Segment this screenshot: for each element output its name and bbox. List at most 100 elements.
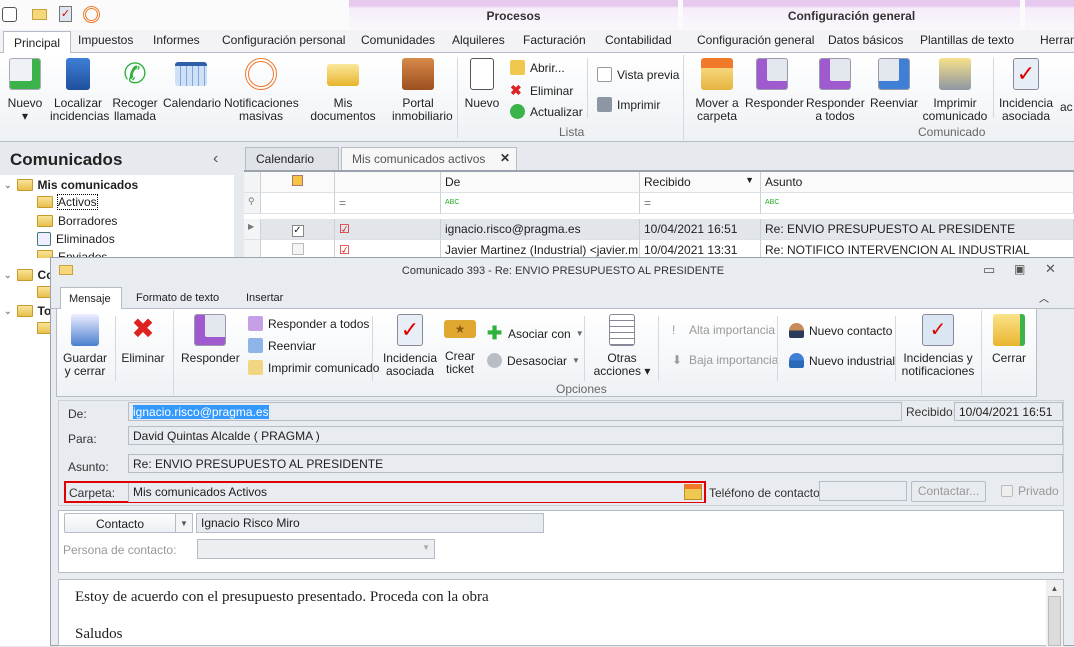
responder-button[interactable]: Responder <box>745 58 804 110</box>
contacto-dropdown-icon[interactable]: ▼ <box>175 513 193 533</box>
calendario-button[interactable]: Calendario <box>163 58 221 110</box>
tab-principal[interactable]: Principal <box>3 31 72 54</box>
tab-plantillas-texto[interactable]: Plantillas de texto <box>920 33 1014 47</box>
incidencia-asociada-button[interactable]: ✓ Incidencia asociada <box>998 58 1054 123</box>
tree-group-3[interactable]: ⌄ To <box>4 304 51 318</box>
cell-recibido[interactable]: 10/04/2021 16:51 <box>640 219 761 240</box>
vista-previa-button[interactable]: Vista previa <box>597 67 679 82</box>
actualizar-button[interactable]: Actualizar <box>510 104 583 119</box>
tree-group-2[interactable]: ⌄ Co <box>4 268 54 282</box>
close-button[interactable]: ✕ <box>1045 261 1056 277</box>
portal-inmobiliario-button[interactable]: Portal inmobiliario <box>392 58 453 123</box>
otras-acciones-button[interactable]: Otras acciones ▾ <box>592 314 652 378</box>
scroll-up-icon[interactable]: ▲ <box>1046 584 1063 593</box>
contacto-type-button[interactable]: Contacto <box>64 513 176 533</box>
eliminar-button[interactable]: ✖ Eliminar <box>510 82 573 99</box>
tab-informes[interactable]: Informes <box>153 33 200 47</box>
tab-insertar[interactable]: Insertar <box>246 292 283 304</box>
vertical-scrollbar[interactable]: ▲ <box>1046 580 1063 647</box>
close-icon[interactable]: ✕ <box>500 151 510 165</box>
tab-datos-basicos[interactable]: Datos básicos <box>828 33 903 47</box>
telefono-field[interactable] <box>819 481 907 501</box>
carpeta-field[interactable]: Mis comunicados Activos <box>128 483 704 502</box>
incidencia-asociada-dialog-button[interactable]: ✓ Incidencia asociada <box>382 314 438 378</box>
incidencias-notificaciones-button[interactable]: ✓ Incidencias y notificaciones <box>900 314 976 378</box>
reenviar-dialog-button[interactable]: Reenviar <box>248 338 316 353</box>
row-selector-icon[interactable]: ▶ <box>244 219 261 240</box>
responder-todos-dialog-button[interactable]: Responder a todos <box>248 316 369 331</box>
cell-de[interactable]: ignacio.risco@pragma.es <box>441 219 640 240</box>
task-icon[interactable]: ✓ <box>59 6 72 22</box>
privado-checkbox[interactable]: Privado <box>1001 484 1059 498</box>
tab-configuracion-personal[interactable]: Configuración personal <box>222 33 345 47</box>
broadcast-icon[interactable] <box>83 6 100 23</box>
tab-contabilidad[interactable]: Contabilidad <box>605 33 672 47</box>
tab-alquileres[interactable]: Alquileres <box>452 33 505 47</box>
guardar-cerrar-button[interactable]: Guardar y cerrar <box>62 314 108 378</box>
nuevo-industrial-button[interactable]: Nuevo industrial <box>789 353 895 368</box>
nuevo-contacto-button[interactable]: Nuevo contacto <box>789 323 892 338</box>
tab-herramientas[interactable]: Herram <box>1040 33 1074 47</box>
column-header-de[interactable]: De <box>441 172 640 193</box>
filter-cell[interactable] <box>261 193 335 214</box>
eliminar-dialog-button[interactable]: ✖ Eliminar <box>121 314 165 365</box>
imprimir-button[interactable]: Imprimir <box>597 97 660 112</box>
tab-formato-texto[interactable]: Formato de texto <box>136 292 219 304</box>
imprimir-comunicado-button[interactable]: Imprimir comunicado <box>922 58 988 123</box>
cell-asunto[interactable]: Re: ENVIO PRESUPUESTO AL PRESIDENTE <box>761 219 1074 240</box>
mover-carpeta-button[interactable]: Mover a carpeta <box>692 58 742 123</box>
message-body[interactable]: Estoy de acuerdo con el presupuesto pres… <box>58 579 1064 647</box>
column-header-asunto[interactable]: Asunto <box>761 172 1074 193</box>
para-field[interactable]: David Quintas Alcalde ( PRAGMA ) <box>128 426 1063 445</box>
filter-equals[interactable]: = <box>640 193 761 214</box>
row-checkbox[interactable]: ✓ <box>261 219 335 240</box>
maximize-button[interactable]: ▣ <box>1014 262 1025 276</box>
persona-contacto-select[interactable]: ▼ <box>197 539 435 559</box>
de-field[interactable]: ignacio.risco@pragma.es <box>128 402 902 421</box>
tab-mensaje[interactable]: Mensaje <box>60 287 122 309</box>
doc-tab-calendario[interactable]: Calendario <box>245 147 339 170</box>
responder-todos-button[interactable]: Responder a todos <box>806 58 865 123</box>
select-folder-icon[interactable] <box>684 484 702 500</box>
tree-mis-comunicados[interactable]: ⌄ Mis comunicados <box>4 178 138 192</box>
abrir-button[interactable]: Abrir... <box>510 60 565 75</box>
tab-impuestos[interactable]: Impuestos <box>78 33 133 47</box>
desasociar-button[interactable]: Desasociar ▼ <box>487 353 580 368</box>
asociar-con-button[interactable]: ✚ Asociar con ▼ <box>487 323 584 344</box>
tab-comunidades[interactable]: Comunidades <box>361 33 435 47</box>
recoger-llamada-button[interactable]: ✆ Recoger llamada <box>111 58 159 123</box>
recibido-field[interactable]: 10/04/2021 16:51 <box>954 402 1063 421</box>
cerrar-button[interactable]: Cerrar <box>988 314 1030 365</box>
contactar-button[interactable]: Contactar... <box>911 481 986 502</box>
alta-importancia-button[interactable]: ! Alta importancia <box>672 323 775 337</box>
flag-column-header[interactable] <box>261 172 335 193</box>
nuevo-lista-button[interactable]: Nuevo <box>463 58 501 110</box>
mail-icon[interactable] <box>32 9 47 20</box>
app-menu-icon[interactable] <box>2 7 17 22</box>
tab-configuracion-general[interactable]: Configuración general <box>697 33 814 47</box>
filter-abc[interactable]: ABC <box>441 193 640 214</box>
tree-activos[interactable]: Activos <box>37 194 98 210</box>
collapse-panel-button[interactable]: ‹ <box>213 150 218 168</box>
notificaciones-masivas-button[interactable]: Notificaciones masivas <box>224 58 299 123</box>
responder-dialog-button[interactable]: Responder <box>181 314 240 365</box>
filter-equals[interactable]: = <box>335 193 441 214</box>
nuevo-button[interactable]: Nuevo ▾ <box>5 58 45 123</box>
reenviar-button[interactable]: Reenviar <box>868 58 920 110</box>
doc-tab-mis-comunicados-activos[interactable]: Mis comunicados activos ✕ <box>341 147 517 170</box>
contacto-field[interactable]: Ignacio Risco Miro <box>196 513 544 533</box>
asunto-field[interactable]: Re: ENVIO PRESUPUESTO AL PRESIDENTE <box>128 454 1063 473</box>
crear-ticket-button[interactable]: ★ Crear ticket <box>442 314 478 376</box>
collapse-ribbon-icon[interactable]: ︿ <box>1039 290 1049 305</box>
column-header-recibido[interactable]: Recibido ▼ <box>640 172 761 193</box>
tree-eliminados[interactable]: Eliminados <box>37 232 115 246</box>
icon-column-header[interactable] <box>335 172 441 193</box>
localizar-incidencias-button[interactable]: Localizar incidencias <box>50 58 109 123</box>
imprimir-comunicado-dialog-button[interactable]: Imprimir comunicado <box>248 360 379 375</box>
baja-importancia-button[interactable]: ⬇ Baja importancia <box>672 353 778 367</box>
tree-borradores[interactable]: Borradores <box>37 214 117 228</box>
tab-facturacion[interactable]: Facturación <box>523 33 586 47</box>
mis-documentos-button[interactable]: Mis documentos <box>302 58 384 123</box>
scroll-thumb[interactable] <box>1048 596 1061 646</box>
minimize-button[interactable]: ▭ <box>983 262 995 278</box>
